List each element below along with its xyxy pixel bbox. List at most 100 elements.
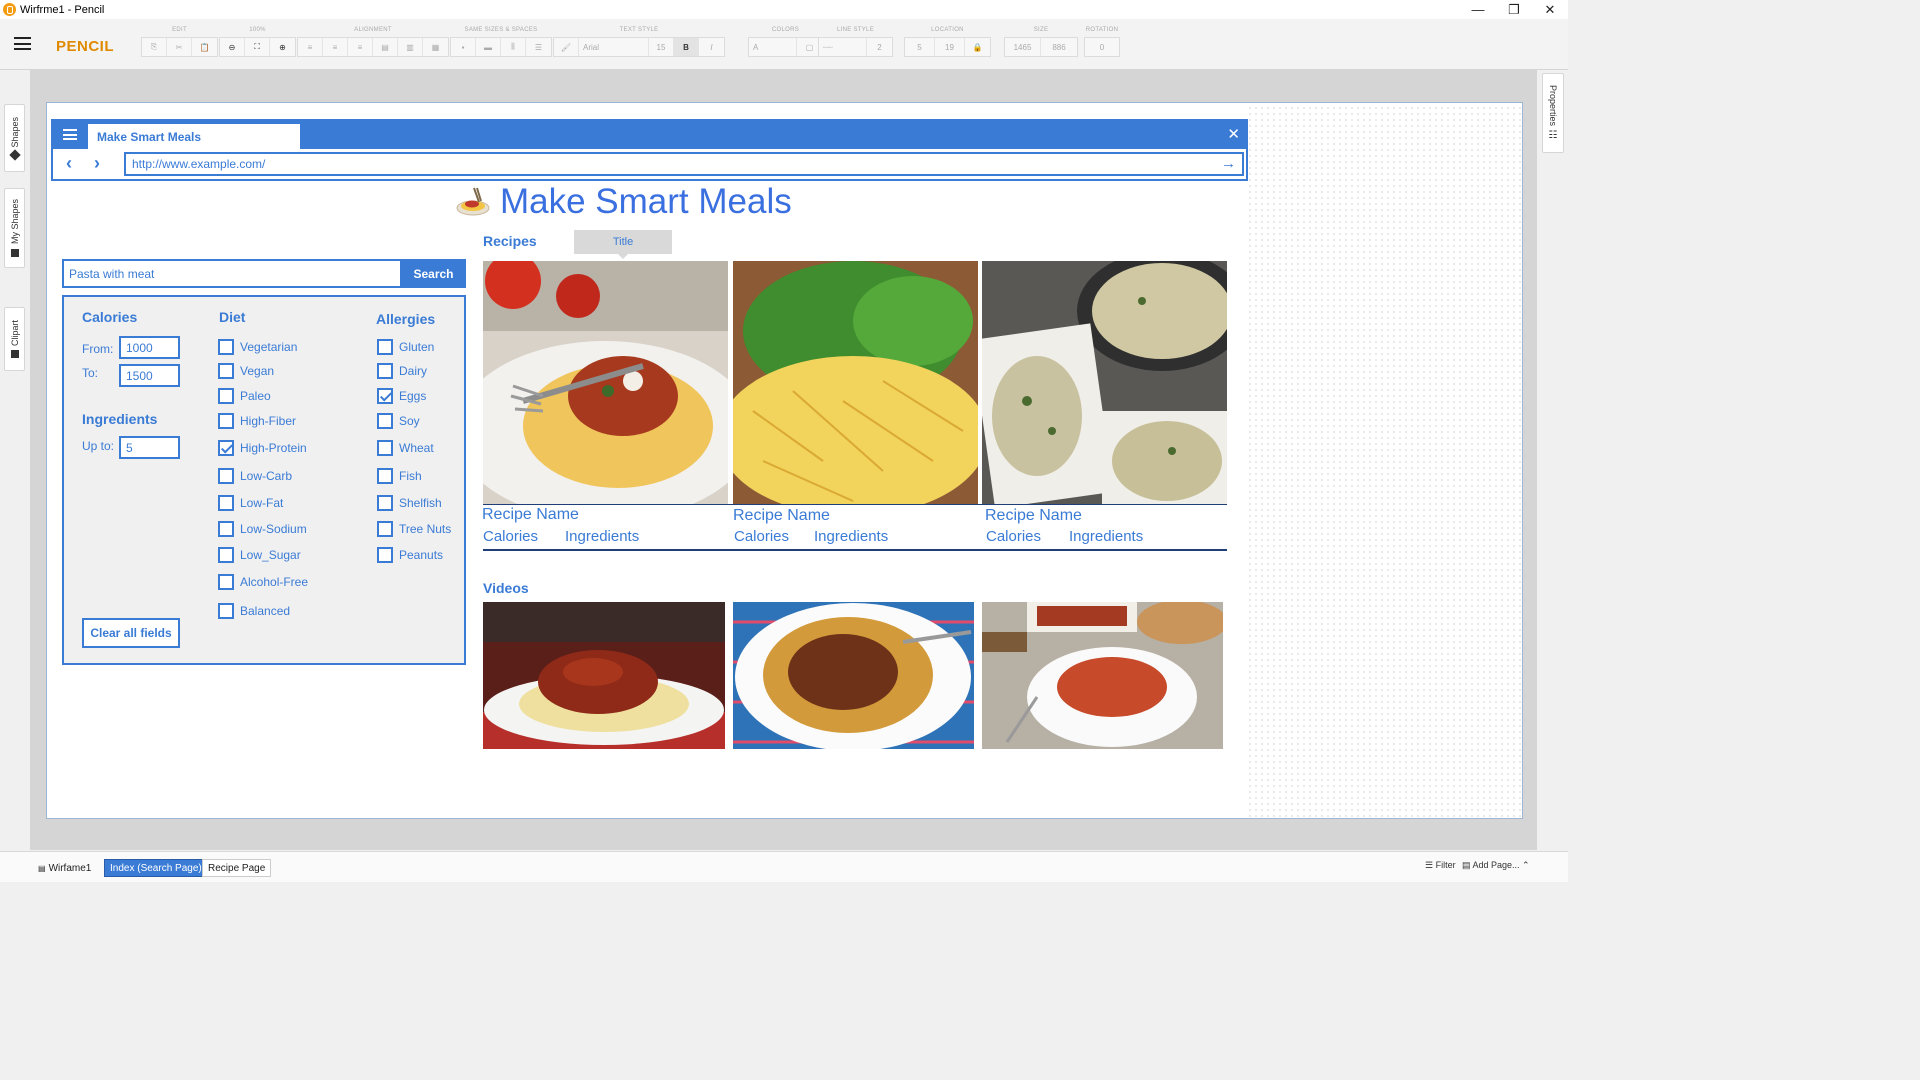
diet-option[interactable]: Low_Sugar	[218, 547, 301, 563]
minimize-button[interactable]: —	[1460, 0, 1496, 19]
loc-x-field[interactable]: 5	[905, 38, 935, 56]
italic-button[interactable]: I	[699, 38, 724, 56]
browser-menu-icon[interactable]	[63, 129, 77, 140]
clipart-tab[interactable]: Clipart	[4, 307, 25, 371]
calories-from-input[interactable]: 1000	[119, 336, 180, 359]
align-middle-icon[interactable]: ▥	[398, 38, 423, 56]
recipe-image-2[interactable]	[733, 261, 978, 504]
diet-checkbox[interactable]	[218, 574, 234, 590]
height-field[interactable]: 886	[1041, 38, 1077, 56]
diet-checkbox[interactable]	[218, 468, 234, 484]
zoom-in-icon[interactable]: ⊕	[270, 38, 295, 56]
space-h-icon[interactable]: ⫼	[501, 38, 526, 56]
url-bar[interactable]: http://www.example.com/ →	[124, 152, 1244, 176]
allergy-checkbox[interactable]	[377, 363, 393, 379]
diet-option[interactable]: Low-Carb	[218, 468, 292, 484]
browser-tab[interactable]: Make Smart Meals	[88, 124, 300, 149]
width-field[interactable]: 1465	[1005, 38, 1041, 56]
chevron-up-icon[interactable]: ⌃	[1522, 860, 1530, 871]
add-page-button[interactable]: ▤ Add Page...	[1462, 860, 1520, 871]
fit-icon[interactable]: ⛶	[245, 38, 270, 56]
diet-option[interactable]: High-Fiber	[218, 413, 296, 429]
allergy-option[interactable]: Soy	[377, 413, 420, 429]
diet-checkbox[interactable]	[218, 495, 234, 511]
diet-option[interactable]: Vegetarian	[218, 339, 297, 355]
allergy-option[interactable]: Tree Nuts	[377, 521, 451, 537]
bold-button[interactable]: B	[674, 38, 699, 56]
recipe-name-2[interactable]: Recipe Name	[733, 507, 830, 525]
align-bottom-icon[interactable]: ▦	[423, 38, 448, 56]
allergy-checkbox[interactable]	[377, 339, 393, 355]
diet-option[interactable]: Balanced	[218, 603, 290, 619]
back-arrow-icon[interactable]: ‹	[66, 154, 72, 172]
filter-button[interactable]: ☰ Filter	[1425, 860, 1456, 871]
recipe-image-1[interactable]	[483, 261, 728, 504]
recipe-name-3[interactable]: Recipe Name	[985, 507, 1082, 525]
properties-tab[interactable]: Properties ☷	[1542, 73, 1564, 153]
allergy-option[interactable]: Wheat	[377, 440, 434, 456]
lock-icon[interactable]: 🔒	[965, 38, 990, 56]
diet-checkbox[interactable]	[218, 388, 234, 404]
video-thumbnail-3[interactable]	[982, 602, 1223, 749]
cut-icon[interactable]: ✂	[167, 38, 192, 56]
diet-checkbox[interactable]	[218, 547, 234, 563]
space-v-icon[interactable]: ☰	[526, 38, 551, 56]
font-size-field[interactable]: 15	[649, 38, 674, 56]
text-color-button[interactable]: A	[749, 38, 797, 56]
diet-option[interactable]: Paleo	[218, 388, 271, 404]
allergy-option[interactable]: Gluten	[377, 339, 434, 355]
format-painter-icon[interactable]: 🖌	[554, 38, 579, 56]
diet-option[interactable]: Low-Sodium	[218, 521, 307, 537]
allergy-option[interactable]: Fish	[377, 468, 422, 484]
clear-all-button[interactable]: Clear all fields	[82, 618, 180, 648]
search-button[interactable]: Search	[401, 259, 466, 288]
search-input[interactable]: Pasta with meat	[62, 259, 402, 288]
shapes-tab[interactable]: Shapes	[4, 104, 25, 172]
diet-option[interactable]: Low-Fat	[218, 495, 283, 511]
main-menu-icon[interactable]	[14, 37, 31, 50]
align-center-icon[interactable]: ≡	[323, 38, 348, 56]
allergy-checkbox[interactable]	[377, 547, 393, 563]
line-width-field[interactable]: 2	[867, 38, 892, 56]
allergy-option[interactable]: Peanuts	[377, 547, 443, 563]
allergy-option[interactable]: Dairy	[377, 363, 427, 379]
video-thumbnail-1[interactable]	[483, 602, 725, 749]
restore-button[interactable]: ❐	[1496, 0, 1532, 19]
recipe-name-1[interactable]: Recipe Name	[482, 506, 579, 524]
allergy-checkbox[interactable]	[377, 468, 393, 484]
close-icon[interactable]: ✕	[1227, 125, 1240, 143]
video-thumbnail-2[interactable]	[733, 602, 974, 749]
diet-option[interactable]: Vegan	[218, 363, 274, 379]
zoom-out-icon[interactable]: ⊖	[220, 38, 245, 56]
rotation-field[interactable]: 0	[1085, 38, 1119, 56]
diet-option[interactable]: High-Protein	[218, 440, 307, 456]
allergy-checkbox[interactable]	[377, 440, 393, 456]
allergy-checkbox[interactable]	[377, 388, 393, 404]
diet-option[interactable]: Alcohol-Free	[218, 574, 308, 590]
go-arrow-icon[interactable]: →	[1221, 154, 1236, 174]
font-name-select[interactable]: Arial	[579, 38, 649, 56]
document-tab[interactable]: ▤ Wirfame1	[33, 859, 96, 877]
page-tab-recipe[interactable]: Recipe Page	[202, 859, 272, 877]
copy-icon[interactable]: ⎘	[142, 38, 167, 56]
recipe-image-3[interactable]	[982, 261, 1227, 504]
loc-y-field[interactable]: 19	[935, 38, 965, 56]
forward-arrow-icon[interactable]: ›	[94, 154, 100, 172]
close-window-button[interactable]: ✕	[1532, 0, 1568, 19]
allergy-checkbox[interactable]	[377, 521, 393, 537]
my-shapes-tab[interactable]: My Shapes	[4, 188, 25, 268]
same-width-icon[interactable]: ▪	[451, 38, 476, 56]
paste-icon[interactable]: 📋	[192, 38, 217, 56]
allergy-checkbox[interactable]	[377, 413, 393, 429]
allergy-option[interactable]: Eggs	[377, 388, 426, 404]
ingredients-upto-input[interactable]: 5	[119, 436, 180, 459]
page-tab-index[interactable]: Index (Search Page)	[104, 859, 208, 877]
diet-checkbox[interactable]	[218, 363, 234, 379]
align-left-icon[interactable]: ≡	[298, 38, 323, 56]
diet-checkbox[interactable]	[218, 339, 234, 355]
line-style-select[interactable]: ┈┈	[819, 38, 867, 56]
same-height-icon[interactable]: ▬	[476, 38, 501, 56]
diet-checkbox[interactable]	[218, 603, 234, 619]
calories-to-input[interactable]: 1500	[119, 364, 180, 387]
diet-checkbox[interactable]	[218, 440, 234, 456]
